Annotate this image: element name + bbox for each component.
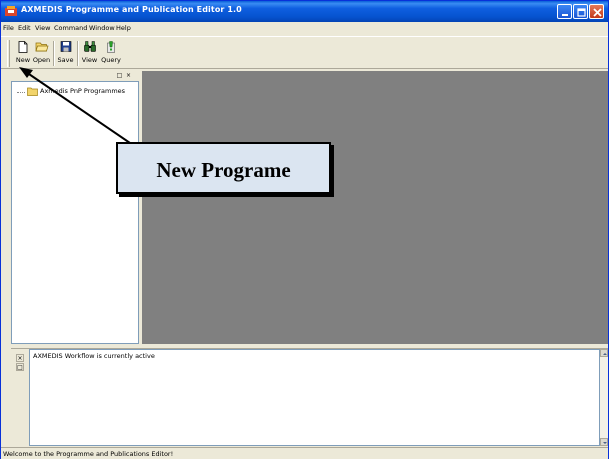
annotation-callout: New Programe	[116, 142, 331, 194]
annotation-text: New Programe	[156, 158, 291, 182]
annotation-arrow	[19, 67, 131, 144]
